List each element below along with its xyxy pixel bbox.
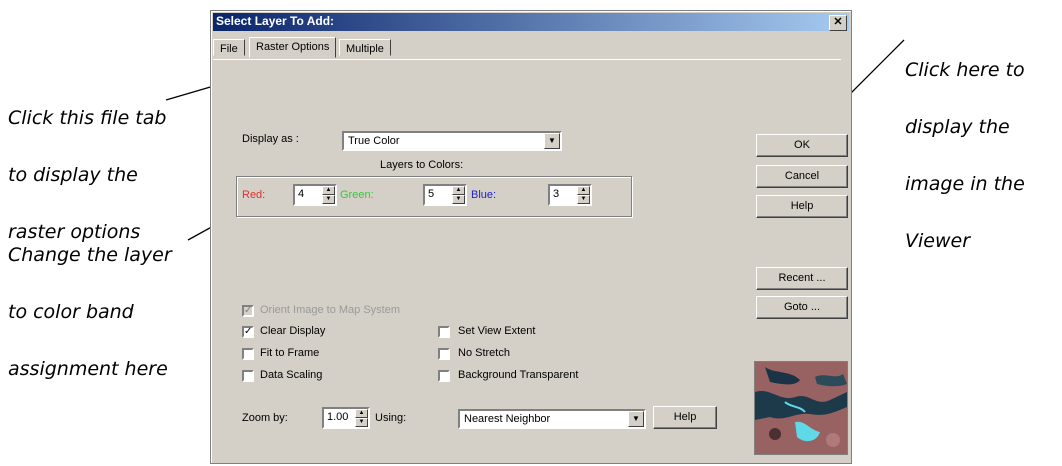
- tab-file[interactable]: File: [213, 39, 245, 56]
- band-assignment-group: Red: 4 ▲ ▼ Green: 5 ▲ ▼ Blue: 3 ▲ ▼: [236, 176, 632, 217]
- spin-up-icon[interactable]: ▲: [577, 186, 590, 195]
- no-stretch-label: No Stretch: [458, 347, 510, 359]
- blue-band-value: 3: [553, 188, 560, 200]
- spin-down-icon[interactable]: ▼: [452, 195, 465, 204]
- red-band-spinner[interactable]: 4 ▲ ▼: [293, 184, 337, 206]
- preview-image: [755, 362, 847, 454]
- ok-button[interactable]: OK: [756, 134, 848, 157]
- set-view-extent-checkbox[interactable]: [438, 326, 450, 338]
- blue-band-spinner[interactable]: 3 ▲ ▼: [548, 184, 592, 206]
- recent-button[interactable]: Recent ...: [756, 267, 848, 290]
- green-band-spinner[interactable]: 5 ▲ ▼: [423, 184, 467, 206]
- orient-image-label: Orient Image to Map System: [260, 304, 400, 316]
- background-transparent-checkbox[interactable]: [438, 370, 450, 382]
- blue-label: Blue:: [471, 189, 497, 201]
- data-scaling-label: Data Scaling: [260, 369, 323, 381]
- chevron-down-icon[interactable]: ▼: [628, 411, 644, 427]
- help-interpolation-button[interactable]: Help: [653, 406, 717, 429]
- display-as-combo[interactable]: True Color ▼: [342, 131, 562, 151]
- red-band-value: 4: [298, 188, 305, 200]
- zoom-value: 1.00: [327, 411, 349, 423]
- select-layer-dialog: Select Layer To Add: ✕ File Raster Optio…: [210, 10, 852, 464]
- tab-multiple[interactable]: Multiple: [339, 39, 391, 56]
- dialog-title: Select Layer To Add:: [216, 14, 335, 28]
- background-transparent-label: Background Transparent: [458, 369, 579, 381]
- using-combo[interactable]: Nearest Neighbor ▼: [458, 409, 646, 429]
- red-label: Red:: [242, 189, 266, 201]
- display-as-value: True Color: [348, 135, 400, 147]
- tab-raster-options[interactable]: Raster Options: [249, 37, 337, 58]
- raster-options-panel: Display as : True Color ▼ Layers to Colo…: [213, 59, 848, 464]
- close-button[interactable]: ✕: [829, 15, 847, 31]
- using-label: Using:: [375, 412, 407, 424]
- image-preview-thumbnail: [754, 361, 848, 455]
- set-view-extent-label: Set View Extent: [458, 325, 536, 337]
- green-label: Green:: [340, 189, 374, 201]
- goto-button[interactable]: Goto ...: [756, 296, 848, 319]
- spin-down-icon[interactable]: ▼: [355, 418, 368, 427]
- data-scaling-checkbox[interactable]: [242, 370, 254, 382]
- fit-to-frame-checkbox[interactable]: [242, 348, 254, 360]
- green-band-value: 5: [428, 188, 435, 200]
- title-bar[interactable]: Select Layer To Add: ✕: [213, 13, 849, 31]
- zoom-spinner[interactable]: 1.00 ▲ ▼: [322, 407, 370, 429]
- using-value: Nearest Neighbor: [464, 413, 551, 425]
- spin-down-icon[interactable]: ▼: [577, 195, 590, 204]
- display-as-label: Display as :: [242, 133, 299, 145]
- fit-to-frame-label: Fit to Frame: [260, 347, 320, 359]
- spin-up-icon[interactable]: ▲: [322, 186, 335, 195]
- help-button[interactable]: Help: [756, 195, 848, 218]
- no-stretch-checkbox[interactable]: [438, 348, 450, 360]
- chevron-down-icon[interactable]: ▼: [544, 133, 560, 149]
- clear-display-label: Clear Display: [260, 325, 326, 337]
- spin-up-icon[interactable]: ▲: [355, 409, 368, 418]
- layers-to-colors-label: Layers to Colors:: [380, 159, 464, 171]
- spin-down-icon[interactable]: ▼: [322, 195, 335, 204]
- cancel-button[interactable]: Cancel: [756, 165, 848, 188]
- spin-up-icon[interactable]: ▲: [452, 186, 465, 195]
- orient-image-checkbox: ✓: [242, 305, 254, 317]
- clear-display-checkbox[interactable]: ✓: [242, 326, 254, 338]
- zoom-by-label: Zoom by:: [242, 412, 288, 424]
